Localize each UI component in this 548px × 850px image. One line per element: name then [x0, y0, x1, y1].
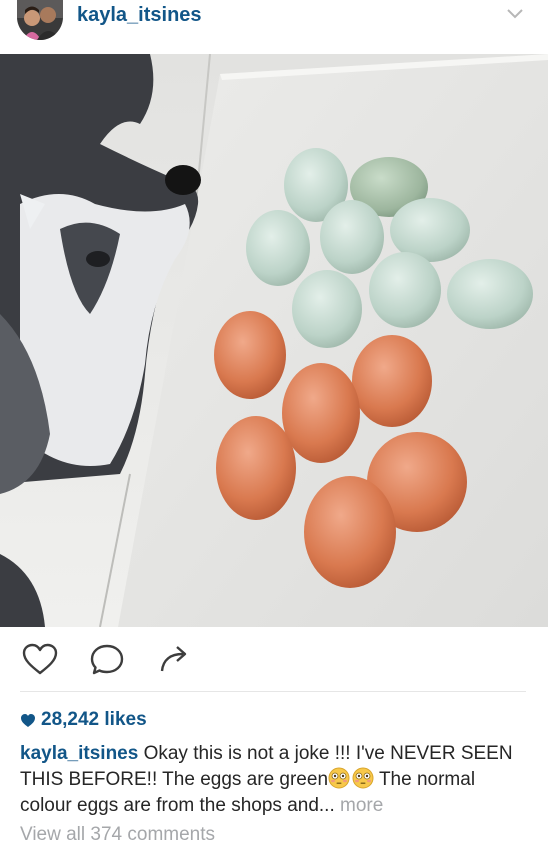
post-actions	[0, 627, 548, 691]
heart-filled-icon	[21, 713, 35, 727]
caption-more-link[interactable]: more	[340, 795, 383, 816]
caption-username[interactable]: kayla_itsines	[20, 743, 138, 764]
flushed-face-emoji	[328, 767, 350, 789]
post-author-username[interactable]: kayla_itsines	[77, 4, 202, 27]
post-caption: kayla_itsines Okay this is not a joke !!…	[20, 741, 530, 819]
flushed-face-emoji	[352, 767, 374, 789]
likes-label: 28,242 likes	[41, 709, 147, 730]
avatar[interactable]	[17, 0, 63, 40]
view-all-comments-link[interactable]: View all 374 comments	[20, 824, 215, 846]
likes-count[interactable]: 28,242 likes	[20, 709, 147, 731]
chevron-down-icon[interactable]	[504, 6, 526, 22]
share-arrow-icon[interactable]	[154, 641, 194, 677]
speech-bubble-icon[interactable]	[87, 641, 127, 677]
post-photo[interactable]	[0, 54, 548, 627]
post-header: kayla_itsines	[0, 0, 548, 54]
heart-outline-icon[interactable]	[20, 641, 60, 677]
divider	[20, 691, 526, 692]
